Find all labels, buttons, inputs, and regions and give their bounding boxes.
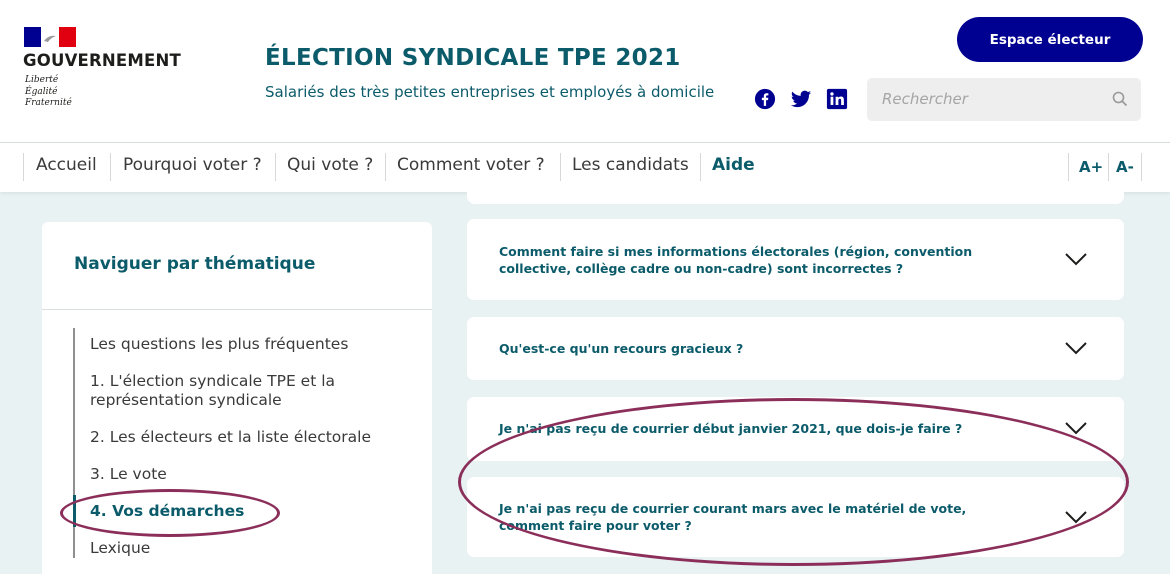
nav-item-aide[interactable]: Aide: [712, 155, 755, 175]
facebook-icon[interactable]: [754, 88, 776, 110]
government-motto: Liberté Égalité Fraternité: [25, 75, 72, 108]
sidebar-title: Naviguer par thématique: [74, 254, 316, 274]
sidebar-item-electeurs[interactable]: 2. Les électeurs et la liste électorale: [90, 428, 371, 447]
faq-item[interactable]: Comment faire si mes informations électo…: [467, 219, 1124, 300]
sidebar-item-le-vote[interactable]: 3. Le vote: [90, 465, 167, 484]
faq-item[interactable]: Qu'est-ce qu'un recours gracieux ?: [467, 317, 1124, 380]
nav-divider: [1068, 153, 1069, 181]
nav-divider: [275, 153, 276, 181]
nav-item-comment-voter[interactable]: Comment voter ?: [397, 155, 545, 175]
site-title[interactable]: ÉLECTION SYNDICALE TPE 2021: [265, 45, 681, 71]
font-increase-button[interactable]: A+: [1079, 158, 1103, 176]
annotation-oval-sidebar: [60, 489, 280, 537]
nav-divider: [23, 153, 24, 181]
site-header: GOUVERNEMENT Liberté Égalité Fraternité …: [0, 0, 1170, 143]
search-bar[interactable]: Rechercher: [867, 78, 1141, 121]
nav-divider: [385, 153, 386, 181]
nav-divider: [1141, 153, 1142, 181]
font-decrease-button[interactable]: A-: [1116, 158, 1134, 176]
nav-item-qui-vote[interactable]: Qui vote ?: [287, 155, 373, 175]
nav-item-accueil[interactable]: Accueil: [36, 155, 97, 175]
linkedin-icon[interactable]: [826, 88, 848, 110]
twitter-icon[interactable]: [790, 88, 812, 110]
chevron-down-icon[interactable]: [1064, 252, 1088, 266]
government-name[interactable]: GOUVERNEMENT: [23, 51, 181, 70]
search-input[interactable]: Rechercher: [882, 90, 968, 108]
sidebar-item-lexique[interactable]: Lexique: [90, 539, 150, 558]
espace-electeur-button[interactable]: Espace électeur: [957, 17, 1143, 62]
marianne-flag-logo: [24, 27, 76, 47]
faq-question[interactable]: Qu'est-ce qu'un recours gracieux ?: [499, 340, 1034, 357]
annotation-oval-faq: [458, 398, 1129, 566]
sidebar-divider: [42, 309, 432, 310]
nav-divider: [560, 153, 561, 181]
nav-divider: [110, 153, 111, 181]
search-icon[interactable]: [1112, 91, 1128, 107]
faq-question[interactable]: Comment faire si mes informations électo…: [499, 243, 1034, 277]
faq-card-previous: [467, 192, 1124, 204]
nav-item-les-candidats[interactable]: Les candidats: [572, 155, 689, 175]
sidebar-item-questions-frequentes[interactable]: Les questions les plus fréquentes: [90, 335, 348, 354]
nav-divider: [700, 153, 701, 181]
sidebar-item-election-syndicale[interactable]: 1. L'élection syndicale TPE et la représ…: [90, 372, 390, 410]
nav-divider: [1108, 153, 1109, 181]
nav-item-pourquoi-voter[interactable]: Pourquoi voter ?: [123, 155, 262, 175]
chevron-down-icon[interactable]: [1064, 341, 1088, 355]
site-subtitle: Salariés des très petites entreprises et…: [265, 83, 715, 101]
main-navigation: Accueil Pourquoi voter ? Qui vote ? Comm…: [0, 143, 1170, 192]
